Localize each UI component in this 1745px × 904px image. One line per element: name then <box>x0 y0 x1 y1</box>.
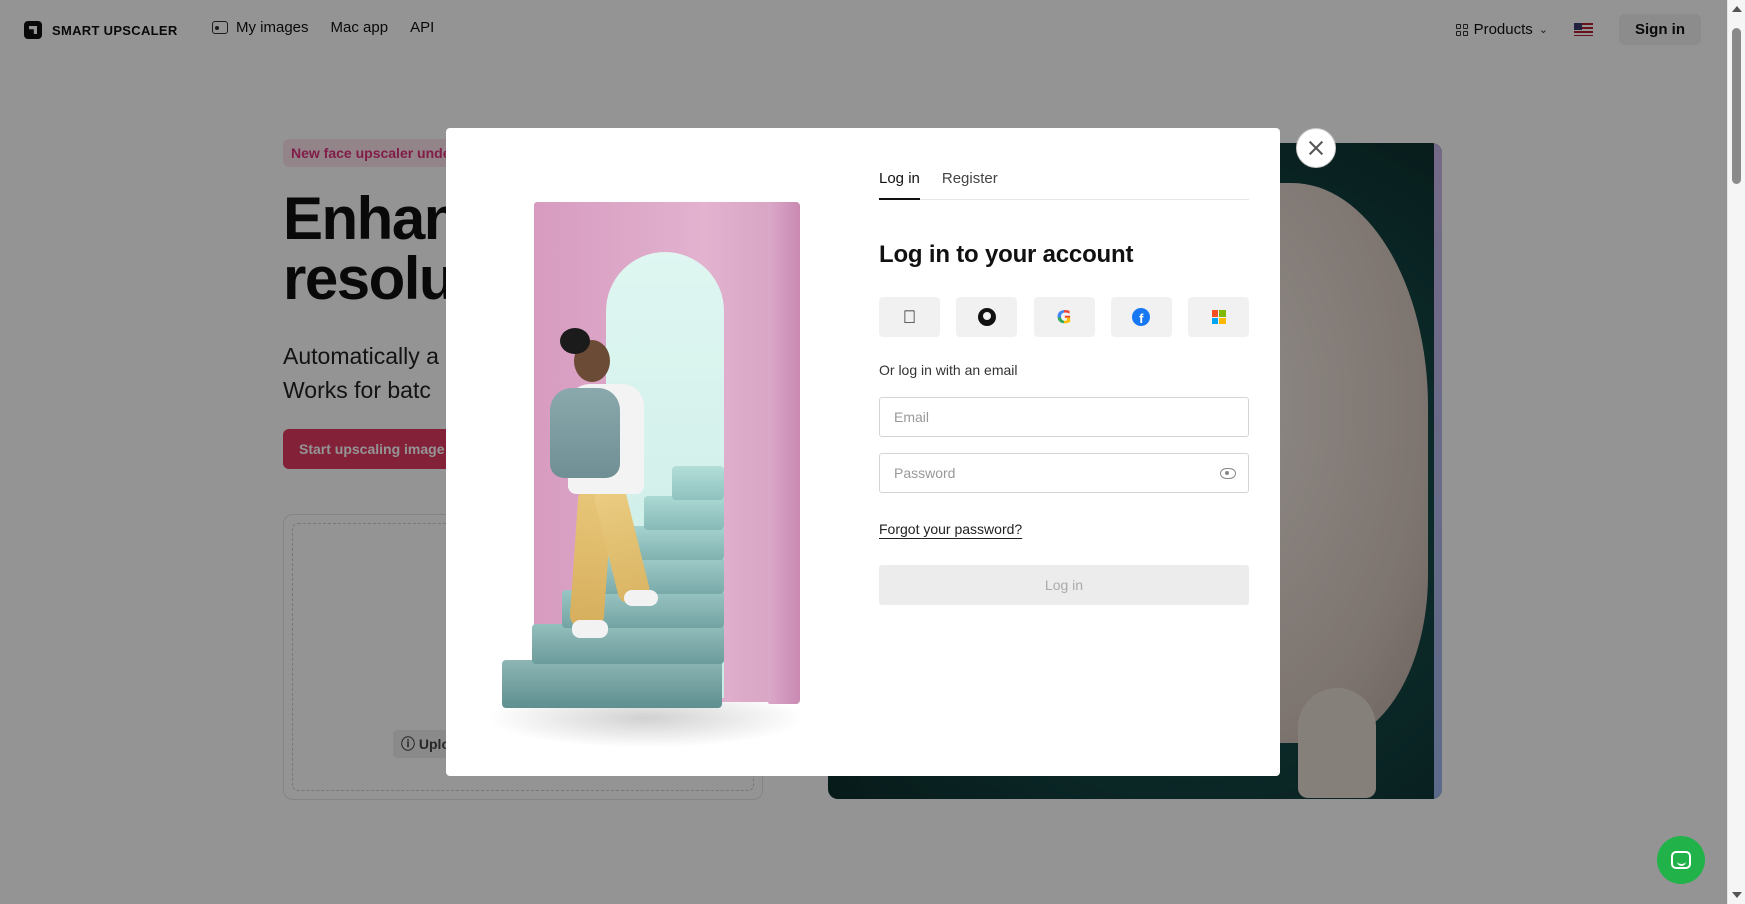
scrollbar-thumb[interactable] <box>1732 28 1741 184</box>
social-login-row:  G f <box>879 297 1249 337</box>
person-shoe <box>572 620 608 638</box>
chat-icon <box>1671 851 1691 869</box>
auth-tabs: Log in Register <box>879 170 1249 200</box>
google-icon: G <box>1056 306 1072 328</box>
forgot-password-link[interactable]: Forgot your password? <box>879 521 1022 537</box>
arch-side <box>768 202 800 704</box>
email-input[interactable] <box>880 398 1248 436</box>
stair-step <box>672 466 724 500</box>
person-figure <box>546 328 658 668</box>
microsoft-icon <box>1211 310 1226 324</box>
close-icon[interactable] <box>1296 128 1336 168</box>
tab-register[interactable]: Register <box>942 170 998 200</box>
person-shoe <box>624 590 658 606</box>
chat-button[interactable] <box>1657 836 1705 884</box>
microsoft-login-button[interactable] <box>1188 297 1249 337</box>
scroll-up-icon[interactable] <box>1732 6 1742 12</box>
apple-icon:  <box>903 307 917 328</box>
login-modal: Log in Register Log in to your account … <box>446 128 1280 776</box>
password-input[interactable] <box>880 454 1248 492</box>
login-illustration <box>446 128 846 776</box>
login-form: Log in Register Log in to your account … <box>879 128 1249 776</box>
facebook-login-button[interactable]: f <box>1110 297 1172 337</box>
form-title: Log in to your account <box>879 241 1134 268</box>
google-login-button[interactable]: G <box>1033 297 1095 337</box>
scrollbar[interactable] <box>1727 0 1745 904</box>
github-login-button[interactable] <box>956 297 1018 337</box>
log-in-button[interactable]: Log in <box>879 565 1249 605</box>
eye-icon[interactable] <box>1220 468 1236 479</box>
facebook-icon: f <box>1132 308 1151 326</box>
apple-login-button[interactable]:  <box>879 297 940 337</box>
email-field-wrapper <box>879 397 1249 437</box>
tab-log-in[interactable]: Log in <box>879 170 920 200</box>
github-icon <box>977 308 996 326</box>
stair-step <box>644 496 724 530</box>
person-hair <box>560 328 590 354</box>
password-field-wrapper <box>879 453 1249 493</box>
scroll-down-icon[interactable] <box>1732 892 1742 898</box>
backpack <box>550 388 620 478</box>
or-email-text: Or log in with an email <box>879 362 1018 378</box>
